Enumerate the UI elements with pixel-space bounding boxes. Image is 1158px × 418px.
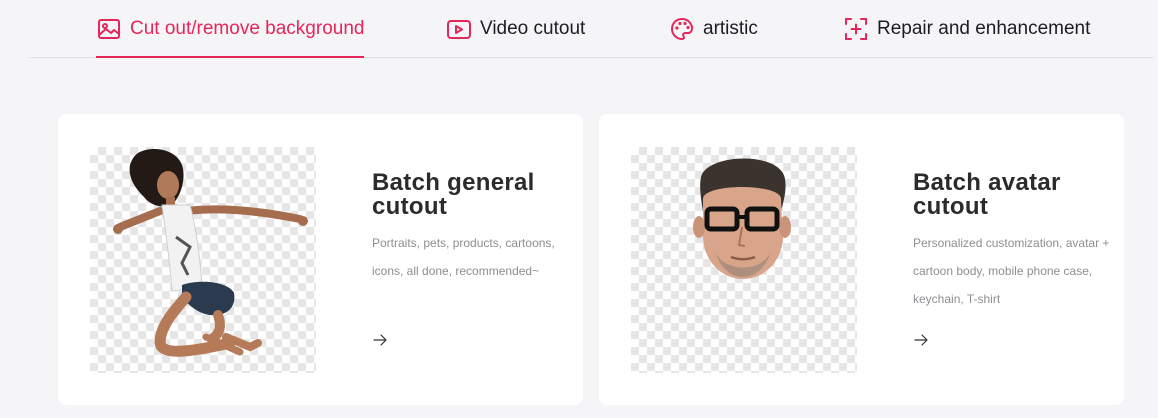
palette-icon bbox=[671, 17, 693, 40]
tab-label: Video cutout bbox=[480, 17, 586, 39]
arrow-right-icon[interactable] bbox=[372, 332, 388, 348]
tab-cut-out-remove-background[interactable]: Cut out/remove background bbox=[96, 0, 365, 58]
card-title: Batch general cutout bbox=[372, 169, 535, 220]
card-description: Personalized customization, avatar + car… bbox=[913, 236, 1110, 306]
jumping-woman-illustration bbox=[113, 149, 308, 357]
arrow-right-icon[interactable] bbox=[913, 332, 929, 348]
batch-general-cutout-card[interactable]: Batch general cutout Portraits, pets, pr… bbox=[58, 114, 583, 405]
tab-repair-and-enhancement[interactable]: Repair and enhancement bbox=[843, 0, 1090, 57]
man-head-cutout-image bbox=[631, 147, 857, 373]
card-title: Batch avatar cutout bbox=[913, 169, 1061, 220]
batch-avatar-cutout-card[interactable]: Batch avatar cutout Personalized customi… bbox=[599, 114, 1124, 405]
enhance-frame-icon bbox=[845, 17, 867, 40]
card-description: Portraits, pets, products, cartoons, ico… bbox=[372, 236, 555, 278]
tab-video-cutout[interactable]: Video cutout bbox=[446, 0, 585, 57]
tab-label: artistic bbox=[703, 17, 758, 39]
man-head-illustration bbox=[693, 158, 791, 279]
tab-label: Cut out/remove background bbox=[130, 17, 365, 39]
tab-artistic[interactable]: artistic bbox=[669, 0, 758, 57]
category-tabs: Cut out/remove background Video cutout a… bbox=[28, 0, 1154, 58]
image-icon bbox=[98, 18, 120, 39]
tab-label: Repair and enhancement bbox=[877, 17, 1091, 39]
video-icon bbox=[447, 19, 471, 39]
jumping-woman-cutout-image bbox=[90, 147, 316, 373]
